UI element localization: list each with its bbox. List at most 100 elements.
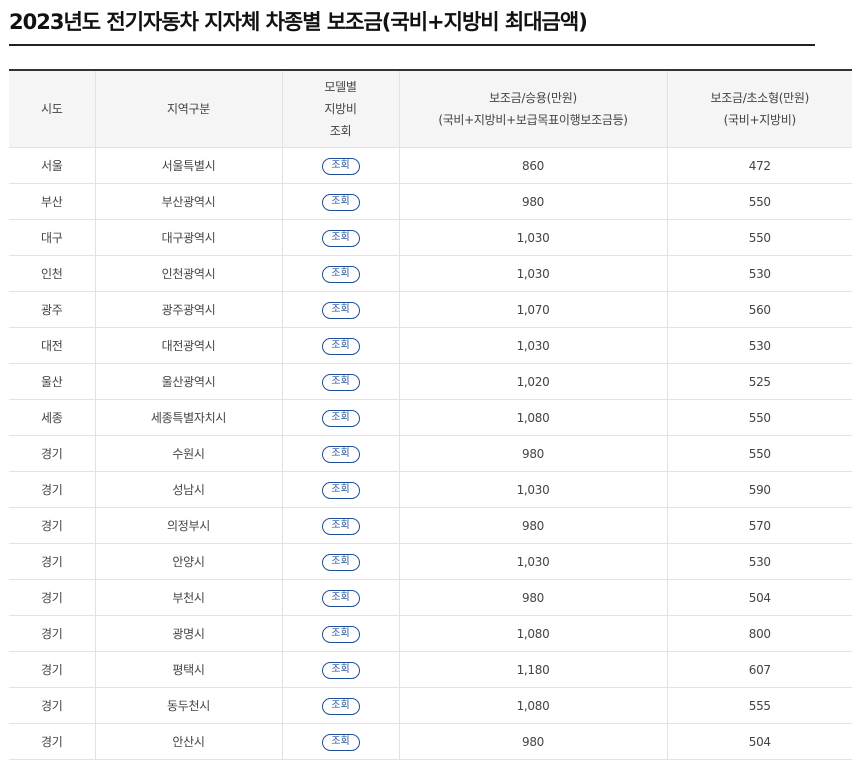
cell-passenger-subsidy: 860 — [399, 147, 668, 184]
view-button[interactable]: 조회 — [321, 409, 360, 427]
table-row: 경기 의정부시 조회 980 570 — [9, 507, 852, 544]
cell-lookup: 조회 — [282, 507, 400, 544]
table-row: 경기 부천시 조회 980 504 — [9, 579, 852, 616]
table-row: 서울 서울특별시 조회 860 472 — [9, 147, 852, 184]
cell-passenger-subsidy: 980 — [399, 579, 668, 616]
header-small-subsidy: 보조금/초소형(만원) (국비+지방비) — [667, 71, 852, 148]
cell-small-subsidy: 504 — [667, 579, 852, 616]
subsidy-table: 시도 지역구분 모델별 지방비 조회 보조금/승용(만원) (국비+지방비+보급… — [9, 71, 852, 760]
cell-district: 인천광역시 — [95, 255, 283, 292]
cell-district: 성남시 — [95, 471, 283, 508]
view-button[interactable]: 조회 — [321, 157, 360, 175]
cell-region: 경기 — [9, 471, 96, 508]
cell-region: 인천 — [9, 255, 96, 292]
cell-district: 대전광역시 — [95, 327, 283, 364]
cell-small-subsidy: 550 — [667, 183, 852, 220]
cell-district: 안산시 — [95, 723, 283, 760]
cell-small-subsidy: 504 — [667, 723, 852, 760]
cell-region: 경기 — [9, 435, 96, 472]
table-row: 세종 세종특별자치시 조회 1,080 550 — [9, 399, 852, 436]
view-button[interactable]: 조회 — [321, 625, 360, 643]
cell-passenger-subsidy: 1,030 — [399, 255, 668, 292]
cell-passenger-subsidy: 980 — [399, 507, 668, 544]
cell-passenger-subsidy: 1,030 — [399, 327, 668, 364]
cell-lookup: 조회 — [282, 543, 400, 580]
view-button[interactable]: 조회 — [321, 193, 360, 211]
cell-passenger-subsidy: 1,020 — [399, 363, 668, 400]
cell-small-subsidy: 525 — [667, 363, 852, 400]
header-passenger-line1: 보조금/승용(만원) — [489, 91, 577, 105]
cell-district: 부천시 — [95, 579, 283, 616]
table-body: 서울 서울특별시 조회 860 472 부산 부산광역시 조회 980 550 … — [9, 147, 852, 760]
table-row: 경기 안양시 조회 1,030 530 — [9, 543, 852, 580]
cell-region: 경기 — [9, 543, 96, 580]
cell-small-subsidy: 550 — [667, 435, 852, 472]
cell-lookup: 조회 — [282, 183, 400, 220]
cell-region: 대전 — [9, 327, 96, 364]
cell-region: 경기 — [9, 687, 96, 724]
cell-passenger-subsidy: 1,030 — [399, 219, 668, 256]
table-row: 대전 대전광역시 조회 1,030 530 — [9, 327, 852, 364]
view-button[interactable]: 조회 — [321, 301, 360, 319]
header-row: 시도 지역구분 모델별 지방비 조회 보조금/승용(만원) (국비+지방비+보급… — [9, 71, 852, 148]
header-district: 지역구분 — [95, 71, 283, 148]
cell-lookup: 조회 — [282, 471, 400, 508]
view-button[interactable]: 조회 — [321, 229, 360, 247]
header-passenger-line2: (국비+지방비+보급목표이행보조금등) — [438, 113, 628, 127]
cell-lookup: 조회 — [282, 723, 400, 760]
view-button[interactable]: 조회 — [321, 481, 360, 499]
cell-region: 대구 — [9, 219, 96, 256]
view-button[interactable]: 조회 — [321, 589, 360, 607]
cell-passenger-subsidy: 1,180 — [399, 651, 668, 688]
cell-small-subsidy: 550 — [667, 399, 852, 436]
view-button[interactable]: 조회 — [321, 445, 360, 463]
view-button[interactable]: 조회 — [321, 553, 360, 571]
table-row: 경기 수원시 조회 980 550 — [9, 435, 852, 472]
header-model-line1: 모델별 — [324, 80, 357, 94]
cell-district: 안양시 — [95, 543, 283, 580]
cell-region: 서울 — [9, 147, 96, 184]
cell-district: 광주광역시 — [95, 291, 283, 328]
cell-district: 대구광역시 — [95, 219, 283, 256]
cell-passenger-subsidy: 980 — [399, 723, 668, 760]
view-button[interactable]: 조회 — [321, 337, 360, 355]
cell-passenger-subsidy: 980 — [399, 435, 668, 472]
cell-passenger-subsidy: 980 — [399, 183, 668, 220]
cell-region: 부산 — [9, 183, 96, 220]
cell-small-subsidy: 472 — [667, 147, 852, 184]
table-row: 인천 인천광역시 조회 1,030 530 — [9, 255, 852, 292]
cell-lookup: 조회 — [282, 579, 400, 616]
cell-lookup: 조회 — [282, 147, 400, 184]
cell-district: 수원시 — [95, 435, 283, 472]
table-row: 광주 광주광역시 조회 1,070 560 — [9, 291, 852, 328]
cell-district: 광명시 — [95, 615, 283, 652]
cell-lookup: 조회 — [282, 255, 400, 292]
cell-region: 경기 — [9, 507, 96, 544]
cell-small-subsidy: 555 — [667, 687, 852, 724]
table-row: 대구 대구광역시 조회 1,030 550 — [9, 219, 852, 256]
cell-small-subsidy: 607 — [667, 651, 852, 688]
view-button[interactable]: 조회 — [321, 661, 360, 679]
cell-region: 경기 — [9, 651, 96, 688]
cell-lookup: 조회 — [282, 615, 400, 652]
subsidy-table-container: 시도 지역구분 모델별 지방비 조회 보조금/승용(만원) (국비+지방비+보급… — [9, 69, 852, 760]
cell-lookup: 조회 — [282, 219, 400, 256]
cell-lookup: 조회 — [282, 363, 400, 400]
view-button[interactable]: 조회 — [321, 373, 360, 391]
view-button[interactable]: 조회 — [321, 733, 360, 751]
cell-district: 부산광역시 — [95, 183, 283, 220]
cell-small-subsidy: 530 — [667, 327, 852, 364]
header-region: 시도 — [9, 71, 96, 148]
cell-region: 경기 — [9, 723, 96, 760]
cell-region: 세종 — [9, 399, 96, 436]
cell-passenger-subsidy: 1,030 — [399, 471, 668, 508]
cell-lookup: 조회 — [282, 435, 400, 472]
cell-region: 광주 — [9, 291, 96, 328]
view-button[interactable]: 조회 — [321, 697, 360, 715]
cell-region: 경기 — [9, 579, 96, 616]
header-model-lookup: 모델별 지방비 조회 — [282, 71, 400, 148]
cell-region: 울산 — [9, 363, 96, 400]
view-button[interactable]: 조회 — [321, 265, 360, 283]
view-button[interactable]: 조회 — [321, 517, 360, 535]
cell-small-subsidy: 550 — [667, 219, 852, 256]
